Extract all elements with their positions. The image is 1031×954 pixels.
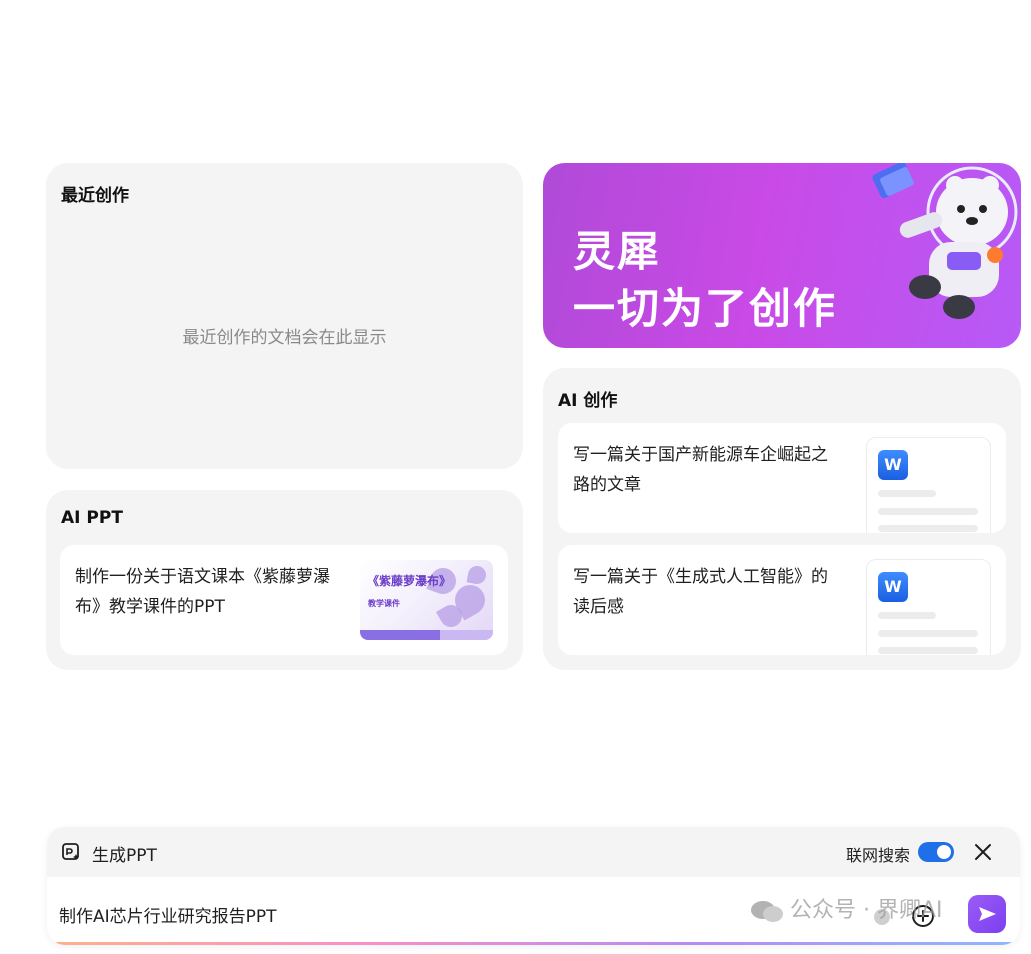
ai-create-suggestion-text: 写一篇关于《生成式人工智能》的读后感 <box>573 567 828 617</box>
ai-create-suggestion[interactable]: 写一篇关于《生成式人工智能》的读后感 W <box>558 545 1006 655</box>
ai-create-suggestion[interactable]: 写一篇关于国产新能源车企崛起之路的文章 W <box>558 423 1006 533</box>
generate-ppt-icon <box>62 843 79 860</box>
banner-title: 灵犀 <box>573 227 662 276</box>
ai-ppt-card: AI PPT 制作一份关于语文课本《紫藤萝瀑布》教学课件的PPT 《紫藤萝瀑布》… <box>46 490 523 670</box>
word-icon: W <box>878 450 908 480</box>
ai-create-title: AI 创作 <box>558 391 618 411</box>
ai-ppt-suggestion[interactable]: 制作一份关于语文课本《紫藤萝瀑布》教学课件的PPT 《紫藤萝瀑布》 教学课件 <box>60 545 508 655</box>
ppt-thumb-subtitle: 教学课件 <box>368 599 400 608</box>
ppt-thumb-title: 《紫藤萝瀑布》 <box>367 574 452 588</box>
send-button[interactable] <box>968 895 1006 933</box>
close-icon[interactable] <box>972 841 994 863</box>
word-doc-thumbnail: W <box>866 437 991 533</box>
word-icon: W <box>878 572 908 602</box>
mode-label: 生成PPT <box>92 846 157 866</box>
web-search-label: 联网搜索 <box>845 846 910 865</box>
send-icon <box>979 907 996 921</box>
ai-ppt-suggestion-text: 制作一份关于语文课本《紫藤萝瀑布》教学课件的PPT <box>75 567 330 617</box>
ai-ppt-title: AI PPT <box>61 508 123 528</box>
watermark-text: 公众号 · 界卿AI <box>790 898 943 923</box>
astronaut-bear-mascot-icon <box>872 163 1018 319</box>
word-doc-thumbnail: W <box>866 559 991 655</box>
prompt-input[interactable] <box>59 904 659 924</box>
watermark: 公众号 · 界卿AI <box>750 892 943 924</box>
wechat-icon <box>751 901 783 922</box>
recent-creations-title: 最近创作 <box>61 186 129 206</box>
recent-creations-card: 最近创作 最近创作的文档会在此显示 <box>46 163 523 469</box>
ai-create-suggestion-text: 写一篇关于国产新能源车企崛起之路的文章 <box>573 445 828 495</box>
banner-slogan: 一切为了创作 <box>573 284 838 333</box>
ppt-thumbnail: 《紫藤萝瀑布》 教学课件 <box>360 560 493 640</box>
lingxi-banner: 灵犀 一切为了创作 <box>543 163 1021 348</box>
recent-empty-text: 最近创作的文档会在此显示 <box>182 328 387 348</box>
web-search-toggle[interactable] <box>918 842 954 862</box>
prompt-panel-header: 生成PPT 联网搜索 <box>47 827 1020 877</box>
prompt-input-panel: 生成PPT 联网搜索 <box>47 827 1020 945</box>
ai-create-card: AI 创作 写一篇关于国产新能源车企崛起之路的文章 W 写一篇关于《生成式人工智… <box>543 368 1021 670</box>
